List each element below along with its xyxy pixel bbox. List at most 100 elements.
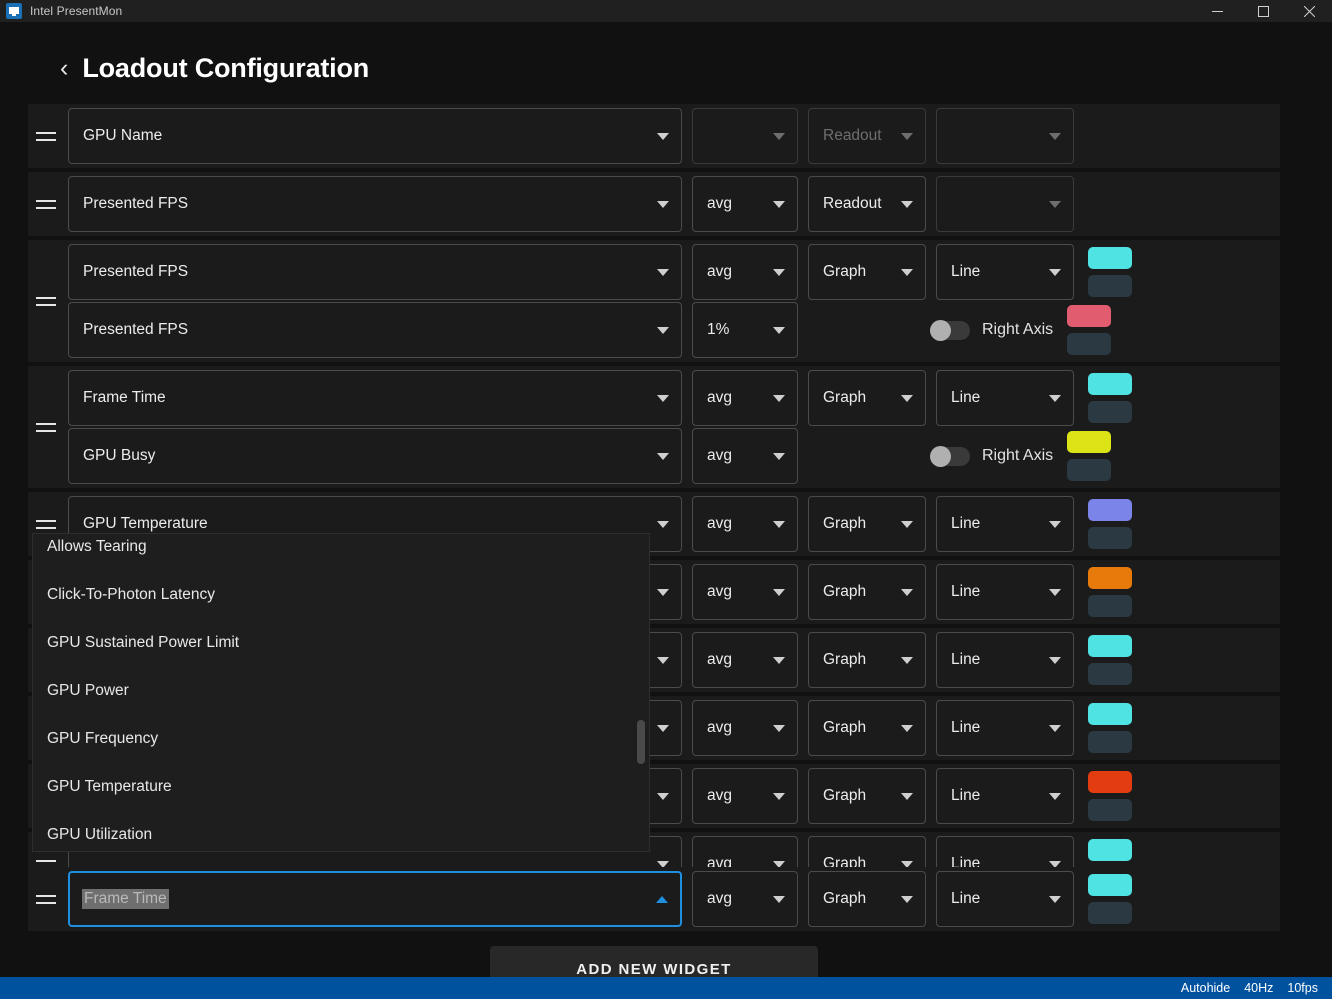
stat-select[interactable]: avg [692, 700, 798, 756]
widget-type-select[interactable]: Graph [808, 871, 926, 927]
widget-type-value: Graph [823, 583, 866, 601]
drag-handle[interactable] [28, 244, 64, 358]
back-chevron-icon[interactable]: ‹ [60, 56, 68, 81]
right-axis-label: Right Axis [982, 447, 1053, 465]
color-swatch-primary[interactable] [1088, 703, 1132, 725]
metric-select[interactable]: Presented FPS [68, 244, 682, 300]
chevron-down-icon [657, 269, 669, 276]
chevron-down-icon [773, 395, 785, 402]
metric-select[interactable]: GPU Busy [68, 428, 682, 484]
drag-handle[interactable] [28, 370, 64, 484]
chart-style-select[interactable]: Line [936, 632, 1074, 688]
drag-handle-icon [36, 520, 56, 529]
color-swatch-secondary[interactable] [1067, 459, 1111, 481]
widget-type-select[interactable]: Readout [808, 176, 926, 232]
status-fps[interactable]: 10fps [1287, 981, 1318, 995]
color-swatch-secondary[interactable] [1088, 275, 1132, 297]
chevron-down-icon [657, 589, 669, 596]
widget-type-select[interactable]: Graph [808, 768, 926, 824]
chart-style-select[interactable]: Line [936, 700, 1074, 756]
dropdown-scrollbar-thumb[interactable] [637, 720, 645, 764]
stat-select[interactable]: avg [692, 496, 798, 552]
chart-style-select[interactable]: Line [936, 564, 1074, 620]
color-swatch-primary[interactable] [1088, 839, 1132, 861]
widget-subrow: Presented FPS avgGraphLine [64, 244, 1280, 300]
color-swatch-secondary[interactable] [1088, 663, 1132, 685]
color-swatch-secondary[interactable] [1067, 333, 1111, 355]
widget-type-select[interactable]: Graph [808, 700, 926, 756]
dropdown-option[interactable]: GPU Power [33, 667, 649, 715]
chevron-down-icon [773, 201, 785, 208]
chart-style-select[interactable]: Line [936, 768, 1074, 824]
color-swatch-primary[interactable] [1088, 567, 1132, 589]
close-icon[interactable] [1286, 0, 1332, 22]
metric-select[interactable]: Presented FPS [68, 302, 682, 358]
stat-select[interactable]: avg [692, 632, 798, 688]
chevron-up-icon[interactable] [656, 896, 668, 903]
color-swatch-primary[interactable] [1088, 373, 1132, 395]
widget-type-select[interactable]: Graph [808, 496, 926, 552]
color-swatch-secondary[interactable] [1088, 799, 1132, 821]
right-axis-toggle[interactable] [930, 321, 970, 340]
dropdown-option[interactable]: GPU Sustained Power Limit [33, 619, 649, 667]
metric-select-value: Presented FPS [83, 263, 657, 281]
widget-type-select[interactable]: Graph [808, 564, 926, 620]
metric-search-input[interactable]: Frame Time [68, 871, 682, 927]
widget-type-select[interactable]: Graph [808, 370, 926, 426]
color-swatch-secondary[interactable] [1088, 595, 1132, 617]
widget-type-select[interactable]: Graph [808, 244, 926, 300]
chart-style-select[interactable]: Line [936, 244, 1074, 300]
chart-style-select[interactable]: Line [936, 370, 1074, 426]
dropdown-option[interactable]: GPU Temperature [33, 763, 649, 811]
color-swatch-primary[interactable] [1067, 305, 1111, 327]
chevron-down-icon [773, 133, 785, 140]
color-swatches [1088, 871, 1132, 927]
dropdown-option[interactable]: Click-To-Photon Latency [33, 571, 649, 619]
minimize-icon[interactable] [1194, 0, 1240, 22]
widget-subrow-secondary: Presented FPS1%Right Axis [64, 302, 1280, 358]
color-swatch-primary[interactable] [1088, 874, 1132, 896]
color-swatch-secondary[interactable] [1088, 731, 1132, 753]
chevron-down-icon [901, 793, 913, 800]
dropdown-option[interactable]: GPU Utilization [33, 811, 649, 852]
stat-select-value: 1% [707, 321, 729, 339]
stat-select[interactable]: 1% [692, 302, 798, 358]
drag-handle[interactable] [28, 108, 64, 164]
stat-select[interactable]: avg [692, 370, 798, 426]
stat-select[interactable]: avg [692, 564, 798, 620]
color-swatch-primary[interactable] [1088, 247, 1132, 269]
metric-dropdown-list[interactable]: Allows TearingClick-To-Photon LatencyGPU… [32, 533, 650, 852]
dropdown-option[interactable]: Allows Tearing [33, 533, 649, 571]
metric-select[interactable]: GPU Name [68, 108, 682, 164]
dropdown-scrollbar[interactable] [637, 534, 645, 851]
metric-select[interactable]: Frame Time [68, 370, 682, 426]
stat-select[interactable]: avg [692, 428, 798, 484]
color-swatch-primary[interactable] [1088, 499, 1132, 521]
widget-type-select[interactable]: Graph [808, 632, 926, 688]
drag-handle[interactable] [28, 176, 64, 232]
chevron-down-icon [1049, 793, 1061, 800]
color-swatch-secondary[interactable] [1088, 401, 1132, 423]
status-refresh-rate[interactable]: 40Hz [1244, 981, 1273, 995]
chevron-down-icon [773, 589, 785, 596]
right-axis-toggle[interactable] [930, 447, 970, 466]
stat-select[interactable]: avg [692, 244, 798, 300]
drag-handle[interactable] [28, 871, 64, 927]
color-swatch-primary[interactable] [1088, 771, 1132, 793]
maximize-icon[interactable] [1240, 0, 1286, 22]
chevron-down-icon [657, 201, 669, 208]
dropdown-option[interactable]: GPU Frequency [33, 715, 649, 763]
chart-style-select[interactable]: Line [936, 871, 1074, 927]
stat-select[interactable]: avg [692, 871, 798, 927]
chart-style-select[interactable]: Line [936, 496, 1074, 552]
metric-select[interactable]: Presented FPS [68, 176, 682, 232]
color-swatch-secondary[interactable] [1088, 527, 1132, 549]
stat-select[interactable]: avg [692, 176, 798, 232]
stat-select[interactable]: avg [692, 768, 798, 824]
color-swatch-secondary[interactable] [1088, 902, 1132, 924]
color-swatch-primary[interactable] [1088, 635, 1132, 657]
status-autohide[interactable]: Autohide [1181, 981, 1230, 995]
color-swatch-primary[interactable] [1067, 431, 1111, 453]
add-new-widget-button[interactable]: ADD NEW WIDGET [490, 946, 818, 977]
chevron-down-icon [901, 589, 913, 596]
